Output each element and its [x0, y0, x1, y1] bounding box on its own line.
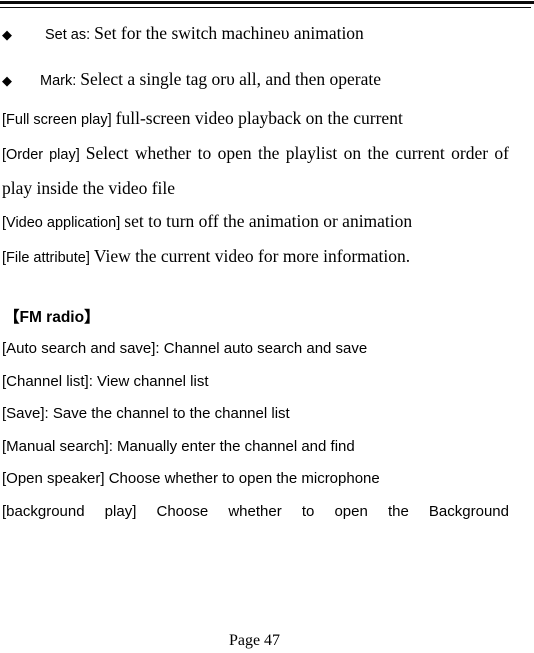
bullet-label-set-as: Set as: [45, 27, 95, 43]
setting-description: full-screen video playback on the curren… [115, 108, 403, 128]
diamond-bullet-icon: ◆ [2, 74, 12, 89]
page-top-rules [0, 0, 534, 10]
bullet-label-mark: Mark: [40, 73, 81, 89]
page-content: ◆ Set as: Set for the switch machineυ ani… [2, 10, 509, 528]
setting-description: View the current video for more informat… [93, 246, 411, 266]
bullet-item-mark: ◆ Mark: Select a single tag orυ all, and … [2, 56, 509, 102]
bullet-text-mark: Select a single tag orυ all, and then op… [80, 69, 381, 89]
bullet-text-set-as: Set for the switch machineυ animation [94, 23, 364, 43]
setting-description: set to turn off the animation or animati… [124, 211, 413, 231]
setting-video-application: [Video application] set to turn off the … [2, 205, 509, 240]
fm-radio-section-heading: 【FM radio】 [4, 309, 100, 326]
fm-item-save: [Save]: Save the channel to the channel … [2, 405, 290, 422]
fm-item-channel-list: [Channel list]: View channel list [2, 372, 209, 390]
setting-full-screen-play: [Full screen play] full-screen video pla… [2, 102, 509, 137]
page-footer: Page 47 [0, 631, 509, 651]
setting-tag: [Video application] [2, 215, 125, 231]
setting-tag: [File attribute] [2, 250, 94, 266]
fm-item-auto-search: [Auto search and save]: Channel auto sea… [2, 340, 368, 357]
fm-item-background-play: [background play] Choose whether to open… [2, 502, 509, 520]
fm-item-open-speaker: [Open speaker] Choose whether to open th… [2, 470, 380, 487]
fm-item-manual-search: [Manual search]: Manually enter the chan… [2, 437, 355, 455]
header-rule-thin [0, 7, 531, 8]
diamond-bullet-icon: ◆ [2, 28, 12, 43]
header-rule-thick [0, 1, 534, 4]
bullet-item-set-as: ◆ Set as: Set for the switch machineυ ani… [2, 10, 509, 56]
setting-order-play: [Order play] Select whether to open the … [2, 137, 509, 205]
setting-tag: [Full screen play] [2, 112, 116, 128]
setting-tag: [Order play] [2, 147, 86, 163]
setting-file-attribute: [File attribute] View the current video … [2, 240, 509, 275]
page-number: Page 47 [228, 632, 281, 649]
